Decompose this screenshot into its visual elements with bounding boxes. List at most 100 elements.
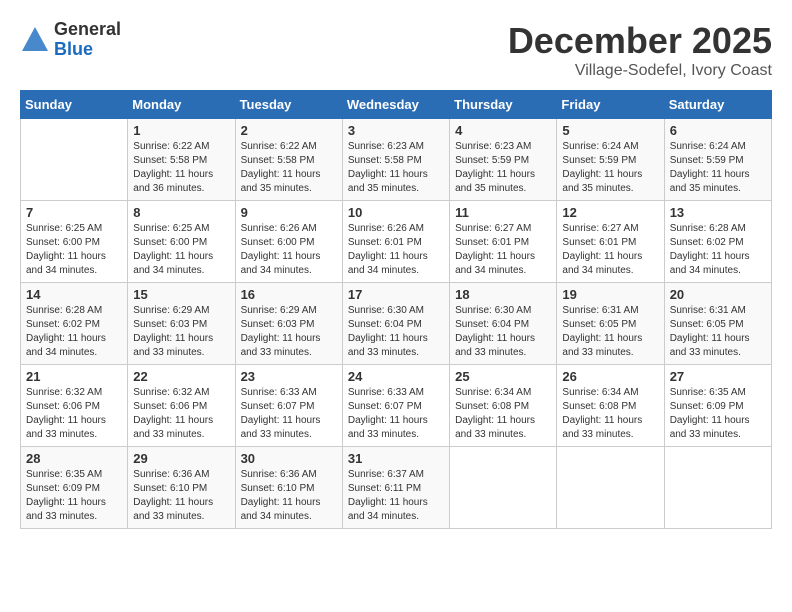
cell-info: Sunrise: 6:26 AMSunset: 6:00 PMDaylight:…	[241, 222, 337, 278]
cell-info: Sunrise: 6:22 AMSunset: 5:58 PMDaylight:…	[133, 140, 229, 196]
logo-icon	[20, 25, 50, 55]
cell-info: Sunrise: 6:26 AMSunset: 6:01 PMDaylight:…	[348, 222, 444, 278]
calendar-cell	[557, 447, 664, 529]
calendar-week-1: 1Sunrise: 6:22 AMSunset: 5:58 PMDaylight…	[21, 119, 772, 201]
day-number: 4	[455, 123, 551, 138]
cell-info: Sunrise: 6:29 AMSunset: 6:03 PMDaylight:…	[241, 304, 337, 360]
calendar-cell: 19Sunrise: 6:31 AMSunset: 6:05 PMDayligh…	[557, 283, 664, 365]
calendar-cell: 5Sunrise: 6:24 AMSunset: 5:59 PMDaylight…	[557, 119, 664, 201]
calendar-cell: 31Sunrise: 6:37 AMSunset: 6:11 PMDayligh…	[342, 447, 449, 529]
weekday-header-wednesday: Wednesday	[342, 91, 449, 119]
cell-info: Sunrise: 6:28 AMSunset: 6:02 PMDaylight:…	[26, 304, 122, 360]
calendar-table: SundayMondayTuesdayWednesdayThursdayFrid…	[20, 90, 772, 529]
cell-info: Sunrise: 6:33 AMSunset: 6:07 PMDaylight:…	[348, 386, 444, 442]
weekday-header-thursday: Thursday	[450, 91, 557, 119]
day-number: 28	[26, 451, 122, 466]
calendar-cell: 11Sunrise: 6:27 AMSunset: 6:01 PMDayligh…	[450, 201, 557, 283]
calendar-week-5: 28 Sunrise: 6:35 AMSunset: 6:09 PMDayligh…	[21, 447, 772, 529]
day-number: 27	[670, 369, 766, 384]
day-number: 23	[241, 369, 337, 384]
weekday-header-sunday: Sunday	[21, 91, 128, 119]
calendar-cell: 16 Sunrise: 6:29 AMSunset: 6:03 PMDayligh…	[235, 283, 342, 365]
day-number: 22	[133, 369, 229, 384]
day-number: 12	[562, 205, 658, 220]
day-number: 10	[348, 205, 444, 220]
cell-info: Sunrise: 6:27 AMSunset: 6:01 PMDaylight:…	[562, 222, 658, 278]
cell-info: Sunrise: 6:37 AMSunset: 6:11 PMDaylight:…	[348, 468, 444, 524]
day-number: 2	[241, 123, 337, 138]
cell-info: Sunrise: 6:35 AMSunset: 6:09 PMDaylight:…	[26, 468, 122, 524]
calendar-cell: 22 Sunrise: 6:32 AMSunset: 6:06 PMDayligh…	[128, 365, 235, 447]
cell-info: Sunrise: 6:30 AMSunset: 6:04 PMDaylight:…	[455, 304, 551, 360]
cell-info: Sunrise: 6:22 AMSunset: 5:58 PMDaylight:…	[241, 140, 337, 196]
calendar-cell: 24Sunrise: 6:33 AMSunset: 6:07 PMDayligh…	[342, 365, 449, 447]
calendar-cell	[450, 447, 557, 529]
day-number: 9	[241, 205, 337, 220]
calendar-week-2: 7 Sunrise: 6:25 AMSunset: 6:00 PMDaylight…	[21, 201, 772, 283]
calendar-cell: 10 Sunrise: 6:26 AMSunset: 6:01 PMDayligh…	[342, 201, 449, 283]
calendar-cell: 14 Sunrise: 6:28 AMSunset: 6:02 PMDayligh…	[21, 283, 128, 365]
title-area: December 2025 Village-Sodefel, Ivory Coa…	[508, 20, 772, 80]
cell-info: Sunrise: 6:23 AMSunset: 5:58 PMDaylight:…	[348, 140, 444, 196]
cell-info: Sunrise: 6:27 AMSunset: 6:01 PMDaylight:…	[455, 222, 551, 278]
cell-info: Sunrise: 6:35 AMSunset: 6:09 PMDaylight:…	[670, 386, 766, 442]
cell-info: Sunrise: 6:34 AMSunset: 6:08 PMDaylight:…	[455, 386, 551, 442]
day-number: 13	[670, 205, 766, 220]
cell-info: Sunrise: 6:25 AMSunset: 6:00 PMDaylight:…	[133, 222, 229, 278]
month-title: December 2025	[508, 20, 772, 62]
weekday-header-friday: Friday	[557, 91, 664, 119]
weekday-header-tuesday: Tuesday	[235, 91, 342, 119]
calendar-cell: 23 Sunrise: 6:33 AMSunset: 6:07 PMDayligh…	[235, 365, 342, 447]
weekday-header-row: SundayMondayTuesdayWednesdayThursdayFrid…	[21, 91, 772, 119]
cell-info: Sunrise: 6:30 AMSunset: 6:04 PMDaylight:…	[348, 304, 444, 360]
header: General Blue December 2025 Village-Sodef…	[20, 20, 772, 80]
calendar-cell: 26Sunrise: 6:34 AMSunset: 6:08 PMDayligh…	[557, 365, 664, 447]
cell-info: Sunrise: 6:29 AMSunset: 6:03 PMDaylight:…	[133, 304, 229, 360]
calendar-cell: 4 Sunrise: 6:23 AMSunset: 5:59 PMDaylight…	[450, 119, 557, 201]
cell-info: Sunrise: 6:31 AMSunset: 6:05 PMDaylight:…	[562, 304, 658, 360]
day-number: 15	[133, 287, 229, 302]
calendar-week-3: 14 Sunrise: 6:28 AMSunset: 6:02 PMDayligh…	[21, 283, 772, 365]
location-subtitle: Village-Sodefel, Ivory Coast	[508, 62, 772, 80]
day-number: 17	[348, 287, 444, 302]
cell-info: Sunrise: 6:36 AMSunset: 6:10 PMDaylight:…	[241, 468, 337, 524]
day-number: 16	[241, 287, 337, 302]
day-number: 30	[241, 451, 337, 466]
calendar-cell: 12 Sunrise: 6:27 AMSunset: 6:01 PMDayligh…	[557, 201, 664, 283]
cell-info: Sunrise: 6:23 AMSunset: 5:59 PMDaylight:…	[455, 140, 551, 196]
calendar-cell: 3Sunrise: 6:23 AMSunset: 5:58 PMDaylight…	[342, 119, 449, 201]
calendar-cell: 1Sunrise: 6:22 AMSunset: 5:58 PMDaylight…	[128, 119, 235, 201]
cell-info: Sunrise: 6:25 AMSunset: 6:00 PMDaylight:…	[26, 222, 122, 278]
logo-text: General Blue	[54, 20, 121, 60]
cell-info: Sunrise: 6:32 AMSunset: 6:06 PMDaylight:…	[133, 386, 229, 442]
calendar-cell: 8Sunrise: 6:25 AMSunset: 6:00 PMDaylight…	[128, 201, 235, 283]
cell-info: Sunrise: 6:24 AMSunset: 5:59 PMDaylight:…	[670, 140, 766, 196]
day-number: 18	[455, 287, 551, 302]
calendar-cell	[21, 119, 128, 201]
calendar-cell: 18 Sunrise: 6:30 AMSunset: 6:04 PMDayligh…	[450, 283, 557, 365]
day-number: 29	[133, 451, 229, 466]
calendar-cell: 2 Sunrise: 6:22 AMSunset: 5:58 PMDaylight…	[235, 119, 342, 201]
calendar-cell: 15 Sunrise: 6:29 AMSunset: 6:03 PMDayligh…	[128, 283, 235, 365]
calendar-week-4: 21 Sunrise: 6:32 AMSunset: 6:06 PMDayligh…	[21, 365, 772, 447]
weekday-header-saturday: Saturday	[664, 91, 771, 119]
logo-blue: Blue	[54, 40, 121, 60]
day-number: 6	[670, 123, 766, 138]
cell-info: Sunrise: 6:32 AMSunset: 6:06 PMDaylight:…	[26, 386, 122, 442]
day-number: 25	[455, 369, 551, 384]
day-number: 20	[670, 287, 766, 302]
calendar-cell: 21 Sunrise: 6:32 AMSunset: 6:06 PMDayligh…	[21, 365, 128, 447]
calendar-cell	[664, 447, 771, 529]
calendar-cell: 27 Sunrise: 6:35 AMSunset: 6:09 PMDayligh…	[664, 365, 771, 447]
calendar-cell: 13Sunrise: 6:28 AMSunset: 6:02 PMDayligh…	[664, 201, 771, 283]
weekday-header-monday: Monday	[128, 91, 235, 119]
cell-info: Sunrise: 6:33 AMSunset: 6:07 PMDaylight:…	[241, 386, 337, 442]
calendar-cell: 29Sunrise: 6:36 AMSunset: 6:10 PMDayligh…	[128, 447, 235, 529]
day-number: 21	[26, 369, 122, 384]
day-number: 5	[562, 123, 658, 138]
day-number: 7	[26, 205, 122, 220]
calendar-cell: 7 Sunrise: 6:25 AMSunset: 6:00 PMDaylight…	[21, 201, 128, 283]
cell-info: Sunrise: 6:34 AMSunset: 6:08 PMDaylight:…	[562, 386, 658, 442]
day-number: 14	[26, 287, 122, 302]
calendar-cell: 28 Sunrise: 6:35 AMSunset: 6:09 PMDayligh…	[21, 447, 128, 529]
